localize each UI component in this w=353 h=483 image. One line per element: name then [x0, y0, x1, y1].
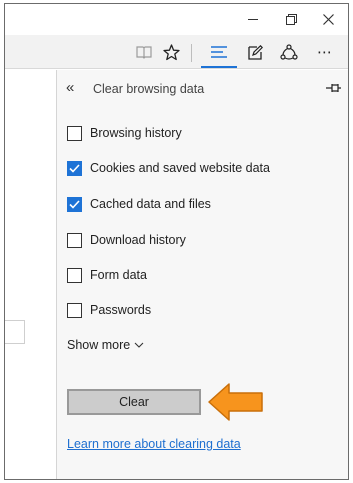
- page-content: [5, 70, 56, 479]
- checkbox-cookies[interactable]: [67, 160, 82, 176]
- option-label: Download history: [90, 233, 186, 247]
- clear-browsing-data-panel: « Clear browsing data Browsing history C…: [56, 70, 348, 479]
- title-bar: [5, 4, 348, 35]
- hub-button[interactable]: [201, 35, 237, 69]
- minimize-icon: [248, 19, 258, 20]
- option-label: Cached data and files: [90, 197, 211, 211]
- back-chevron-icon[interactable]: «: [66, 80, 82, 96]
- toolbar: ⋯: [5, 35, 348, 69]
- checkmark-icon: [69, 199, 80, 209]
- checkbox-browsing-history[interactable]: [67, 125, 82, 141]
- option-cached-data[interactable]: Cached data and files: [67, 194, 211, 214]
- minimize-button[interactable]: [235, 4, 271, 35]
- option-label: Cookies and saved website data: [90, 161, 270, 175]
- toolbar-divider: [191, 44, 192, 62]
- orange-arrow-icon: [208, 383, 263, 421]
- chevron-down-icon: [134, 342, 144, 348]
- option-passwords[interactable]: Passwords: [67, 300, 151, 320]
- learn-more-link[interactable]: Learn more about clearing data: [67, 437, 241, 451]
- show-more-toggle[interactable]: Show more: [67, 338, 144, 352]
- option-label: Browsing history: [90, 126, 182, 140]
- restore-button[interactable]: [273, 4, 309, 35]
- add-favorite-button[interactable]: [158, 35, 184, 69]
- restore-icon: [285, 14, 297, 25]
- reading-view-button[interactable]: [131, 35, 157, 69]
- share-button[interactable]: [276, 35, 302, 69]
- option-browsing-history[interactable]: Browsing history: [67, 123, 182, 143]
- checkbox-download-history[interactable]: [67, 232, 82, 248]
- page-input-box: [5, 320, 25, 344]
- share-icon: [280, 43, 298, 60]
- checkbox-passwords[interactable]: [67, 302, 82, 318]
- hub-active-indicator: [201, 66, 237, 68]
- pin-icon[interactable]: [326, 81, 342, 95]
- option-label: Form data: [90, 268, 147, 282]
- checkbox-form-data[interactable]: [67, 267, 82, 283]
- browser-window: ⋯ « Clear browsing data Browsing history…: [4, 3, 349, 480]
- option-label: Passwords: [90, 303, 152, 317]
- web-note-button[interactable]: [242, 35, 268, 69]
- star-icon: [162, 43, 180, 60]
- more-button[interactable]: ⋯: [310, 35, 340, 69]
- hub-icon: [211, 46, 227, 58]
- reading-view-icon: [136, 46, 152, 59]
- checkmark-icon: [69, 163, 80, 173]
- option-form-data[interactable]: Form data: [67, 265, 147, 285]
- pen-square-icon: [247, 44, 263, 60]
- close-icon: [322, 14, 334, 25]
- option-cookies[interactable]: Cookies and saved website data: [67, 158, 270, 178]
- option-download-history[interactable]: Download history: [67, 230, 186, 250]
- show-more-label: Show more: [67, 338, 131, 352]
- checkbox-cached-data[interactable]: [67, 196, 82, 212]
- panel-header: « Clear browsing data: [57, 70, 348, 108]
- close-button[interactable]: [310, 4, 346, 35]
- panel-title: Clear browsing data: [93, 82, 205, 96]
- clear-button[interactable]: Clear: [67, 389, 201, 415]
